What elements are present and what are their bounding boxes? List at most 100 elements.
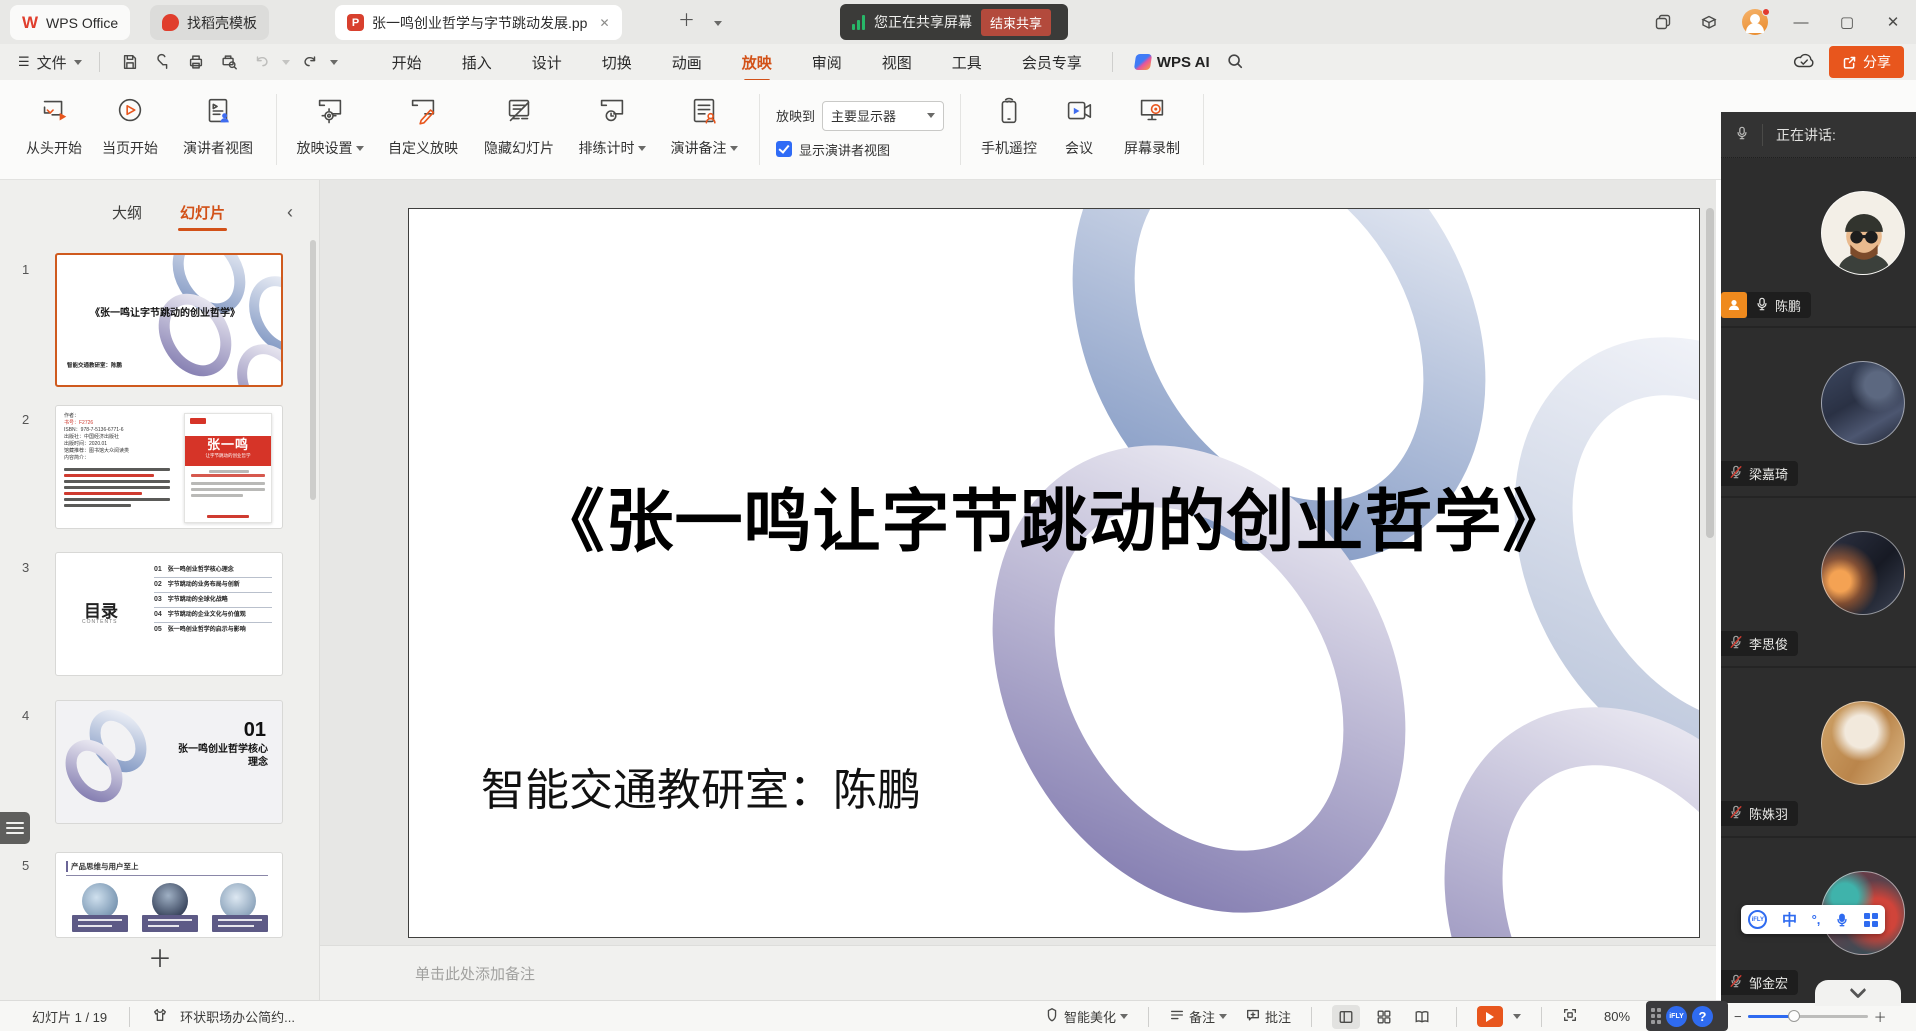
help-icon[interactable]: ? bbox=[1692, 1006, 1713, 1027]
drag-dots-icon[interactable] bbox=[1651, 1008, 1661, 1024]
meeting-button[interactable]: 会议 bbox=[1049, 80, 1109, 179]
collapse-panel-icon[interactable]: ‹ bbox=[287, 202, 293, 223]
slide-title[interactable]: 《张一鸣让字节跳动的创业哲学》 bbox=[409, 477, 1699, 567]
tab-slides[interactable]: 幻灯片 bbox=[180, 202, 225, 231]
ime-status-widget[interactable]: iFLY ? bbox=[1646, 1001, 1728, 1031]
smart-beautify-button[interactable]: 智能美化 bbox=[1044, 1007, 1128, 1026]
ifly-logo-icon[interactable]: iFLY bbox=[1748, 910, 1767, 929]
menu-tab-slideshow[interactable]: 放映 bbox=[722, 45, 792, 80]
show-presenter-view-checkbox[interactable] bbox=[776, 141, 792, 157]
caret-down-icon[interactable] bbox=[282, 60, 290, 65]
gift-box-icon[interactable] bbox=[1686, 0, 1732, 44]
file-menu[interactable]: 文件 bbox=[37, 52, 67, 73]
voice-input-icon[interactable] bbox=[1835, 913, 1849, 927]
rehearse-timing-button[interactable]: 排练计时 bbox=[567, 80, 657, 179]
participant-tile[interactable]: 梁嘉琦 bbox=[1721, 328, 1916, 498]
maximize-button[interactable]: ▢ bbox=[1824, 0, 1870, 44]
cloud-saved-icon[interactable] bbox=[1793, 50, 1815, 75]
scrollbar-thumb[interactable] bbox=[310, 240, 316, 500]
tab-document[interactable]: P 张一鸣创业哲学与字节跳动发展.pp ✕ bbox=[335, 5, 622, 40]
play-slideshow-button[interactable] bbox=[1477, 1006, 1503, 1027]
menu-tab-review[interactable]: 审阅 bbox=[792, 45, 862, 80]
participant-tile[interactable]: 陈姝羽 bbox=[1721, 668, 1916, 838]
undo-icon[interactable] bbox=[249, 50, 275, 74]
print-preview-icon[interactable] bbox=[216, 50, 242, 74]
caret-down-icon[interactable] bbox=[330, 60, 338, 65]
phone-remote-button[interactable]: 手机遥控 bbox=[969, 80, 1049, 179]
minimize-button[interactable]: — bbox=[1778, 0, 1824, 44]
custom-show-button[interactable]: 自定义放映 bbox=[375, 80, 471, 179]
ime-menu-grid-icon[interactable] bbox=[1864, 913, 1878, 927]
menu-tab-animation[interactable]: 动画 bbox=[652, 45, 722, 80]
menu-tab-insert[interactable]: 插入 bbox=[442, 45, 512, 80]
zoom-in-button[interactable]: ＋ bbox=[1874, 1007, 1887, 1026]
save-icon[interactable] bbox=[117, 50, 143, 74]
zoom-track[interactable] bbox=[1748, 1015, 1868, 1018]
wps-ai-button[interactable]: WPS AI bbox=[1135, 54, 1210, 71]
notes-button[interactable]: 备注 bbox=[1169, 1007, 1227, 1026]
hamburger-icon[interactable]: ☰ bbox=[18, 54, 30, 70]
slide-thumbnail-1[interactable]: 《张一鸣让字节跳动的创业哲学》 智能交通教研室：陈鹏 bbox=[55, 253, 283, 387]
tab-docer-templates[interactable]: 找稻壳模板 bbox=[150, 5, 269, 40]
hide-slide-button[interactable]: 隐藏幻灯片 bbox=[471, 80, 567, 179]
screen-record-button[interactable]: 屏幕录制 bbox=[1109, 80, 1195, 179]
speaker-notes-button[interactable]: 演讲备注 bbox=[657, 80, 751, 179]
punctuation-icon[interactable]: °, bbox=[1812, 912, 1821, 927]
slide-thumbnail-3[interactable]: 目录 CONTENTS 01张一鸣创业哲学核心理念 02字节跳动的业务布局与创新… bbox=[55, 552, 283, 676]
button-label: 放映设置 bbox=[297, 138, 364, 158]
menu-tab-view[interactable]: 视图 bbox=[862, 45, 932, 80]
new-tab-button[interactable]: ＋ bbox=[678, 12, 695, 29]
canvas-scrollbar[interactable] bbox=[1706, 208, 1714, 938]
end-share-button[interactable]: 结束共享 bbox=[981, 9, 1051, 36]
user-avatar[interactable] bbox=[1732, 0, 1778, 44]
from-current-button[interactable]: 当页开始 bbox=[92, 80, 168, 179]
scrollbar-thumb[interactable] bbox=[1706, 208, 1714, 538]
slide-subtitle[interactable]: 智能交通教研室：陈鹏 bbox=[481, 754, 921, 818]
slide-thumbnail-4[interactable]: 01 张一鸣创业哲学核心理念 bbox=[55, 700, 283, 824]
menu-tab-tools[interactable]: 工具 bbox=[932, 45, 1002, 80]
slide-canvas[interactable]: 《张一鸣让字节跳动的创业哲学》 智能交通教研室：陈鹏 bbox=[408, 208, 1700, 938]
slide-sorter-view-button[interactable] bbox=[1370, 1005, 1398, 1029]
export-pdf-icon[interactable] bbox=[150, 50, 176, 74]
panel-scrollbar[interactable] bbox=[310, 240, 316, 940]
button-label: 屏幕录制 bbox=[1124, 138, 1180, 158]
collapse-sidebar-button[interactable] bbox=[1815, 980, 1901, 1006]
caret-down-icon[interactable] bbox=[1513, 1014, 1521, 1019]
panel-grid-toggle-button[interactable] bbox=[0, 812, 30, 844]
ime-language-icon[interactable]: 中 bbox=[1782, 909, 1797, 930]
tab-list-button[interactable] bbox=[714, 14, 722, 31]
zoom-out-button[interactable]: − bbox=[1734, 1009, 1742, 1024]
share-button[interactable]: 分享 bbox=[1829, 46, 1904, 78]
menu-tab-home[interactable]: 开始 bbox=[372, 45, 442, 80]
microphone-icon[interactable] bbox=[1735, 126, 1749, 143]
notes-bar[interactable]: 单击此处添加备注 bbox=[320, 945, 1716, 1000]
print-icon[interactable] bbox=[183, 50, 209, 74]
template-name[interactable]: 环状职场办公简约... bbox=[180, 1007, 295, 1026]
tab-wps-home[interactable]: W WPS Office bbox=[10, 5, 130, 40]
add-slide-button[interactable]: ＋ bbox=[148, 948, 172, 972]
layers-icon[interactable] bbox=[1640, 0, 1686, 44]
reading-view-button[interactable] bbox=[1408, 1005, 1436, 1029]
presenter-view-button[interactable]: 演讲者视图 bbox=[168, 80, 268, 179]
normal-view-button[interactable] bbox=[1332, 1005, 1360, 1029]
menu-tab-design[interactable]: 设计 bbox=[512, 45, 582, 80]
redo-icon[interactable] bbox=[297, 50, 323, 74]
zoom-handle[interactable] bbox=[1788, 1010, 1800, 1022]
comments-button[interactable]: 批注 bbox=[1245, 1007, 1291, 1026]
ifly-logo-icon[interactable]: iFLY bbox=[1666, 1006, 1687, 1027]
search-icon[interactable] bbox=[1226, 52, 1244, 73]
from-beginning-button[interactable]: 从头开始 bbox=[16, 80, 92, 179]
participant-tile[interactable]: 陈鹏 bbox=[1721, 158, 1916, 328]
slideshow-settings-button[interactable]: 放映设置 bbox=[285, 80, 375, 179]
toc-subtitle: CONTENTS bbox=[82, 619, 118, 625]
slide-thumbnail-2[interactable]: 作者：书号：F2726 ISBN：978-7-5136-6771-6出版社：中国… bbox=[55, 405, 283, 529]
fit-to-window-icon[interactable] bbox=[1562, 1007, 1578, 1026]
close-window-button[interactable]: ✕ bbox=[1870, 0, 1916, 44]
slide-thumbnail-5[interactable]: 产品思维与用户至上 bbox=[55, 852, 283, 938]
close-tab-icon[interactable]: ✕ bbox=[599, 16, 609, 30]
participant-tile[interactable]: 李思俊 bbox=[1721, 498, 1916, 668]
menu-tab-member[interactable]: 会员专享 bbox=[1002, 45, 1102, 80]
tab-outline[interactable]: 大纲 bbox=[112, 202, 142, 231]
menu-tab-transition[interactable]: 切换 bbox=[582, 45, 652, 80]
display-target-select[interactable]: 主要显示器 bbox=[822, 101, 944, 131]
